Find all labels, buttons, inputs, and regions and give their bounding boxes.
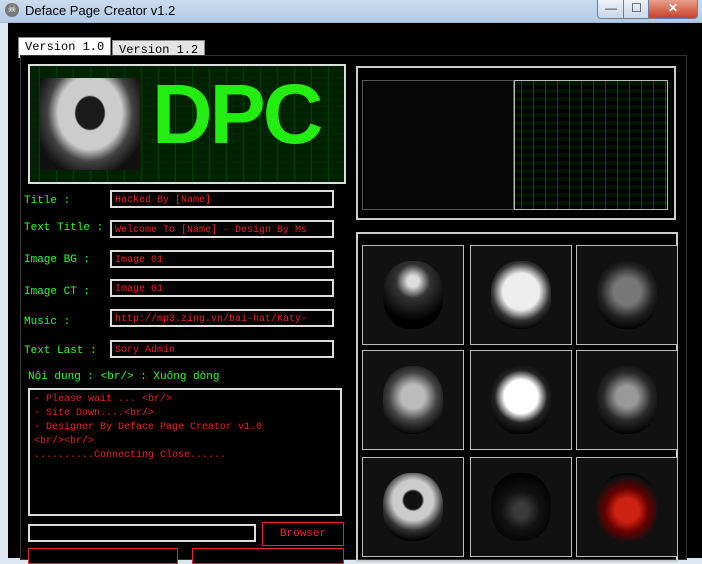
- content-line: - Designer By Deface Page Creator v1.0: [34, 422, 263, 433]
- content-note: Nội dung : <br/> : Xuống dòng: [28, 371, 220, 383]
- minimize-button[interactable]: —: [597, 0, 625, 19]
- vampire-face-image[interactable]: [362, 350, 464, 450]
- bottom-right-button[interactable]: [192, 548, 344, 564]
- image-bg-input[interactable]: Image 01: [110, 250, 334, 268]
- logo-text: DPC: [152, 67, 323, 161]
- preview-dark-image: [362, 80, 514, 210]
- content-textarea[interactable]: - Please wait ... <br/> - Site Down....<…: [28, 388, 342, 516]
- browse-button[interactable]: Browser: [262, 522, 344, 546]
- content-line: - Site Down....<br/>: [34, 408, 155, 419]
- hooded-hacker-thumb-image[interactable]: [362, 457, 464, 557]
- reaper-image[interactable]: [362, 245, 464, 345]
- text-title-label: Text Title :: [24, 222, 104, 234]
- close-button[interactable]: ✕: [648, 0, 698, 19]
- content-line: <br/><br/>: [34, 436, 95, 447]
- masked-figure-image[interactable]: [576, 245, 678, 345]
- music-label: Music :: [24, 316, 71, 328]
- text-last-label: Text Last :: [24, 345, 97, 357]
- text-last-input[interactable]: Sory Admin: [110, 340, 334, 358]
- red-skull-image[interactable]: [576, 457, 678, 557]
- skull-icon: ☠: [5, 3, 19, 17]
- maximize-button[interactable]: ☐: [623, 0, 650, 19]
- dark-creature-image[interactable]: [470, 457, 572, 557]
- title-input[interactable]: Hacked By [Name]: [110, 190, 334, 208]
- title-bar: ☠ Deface Page Creator v1.2 — ☐ ✕: [0, 0, 702, 23]
- image-ct-input[interactable]: Image 01: [110, 279, 334, 297]
- doll-face-image[interactable]: [470, 245, 572, 345]
- title-label: Title :: [24, 195, 71, 207]
- bottom-left-button[interactable]: [28, 548, 178, 564]
- dark-woman-image[interactable]: [576, 350, 678, 450]
- clown-mask-image[interactable]: [470, 350, 572, 450]
- music-input[interactable]: http://mp3.zing.vn/bai-hat/Katy-: [110, 309, 334, 327]
- file-path-input[interactable]: [28, 524, 256, 542]
- window-title: Deface Page Creator v1.2: [25, 3, 176, 18]
- content-line: ..........Connecting Close......: [34, 450, 227, 461]
- image-ct-label: Image CT :: [24, 286, 91, 298]
- logo-banner: DPC: [28, 64, 346, 184]
- preview-matrix-image: [514, 80, 668, 210]
- content-line: - Please wait ... <br/>: [34, 394, 173, 405]
- text-title-input[interactable]: Welcome To [Name] - Design By Ms: [110, 220, 334, 238]
- hooded-hacker-image: [40, 78, 140, 170]
- image-bg-label: Image BG :: [24, 254, 91, 266]
